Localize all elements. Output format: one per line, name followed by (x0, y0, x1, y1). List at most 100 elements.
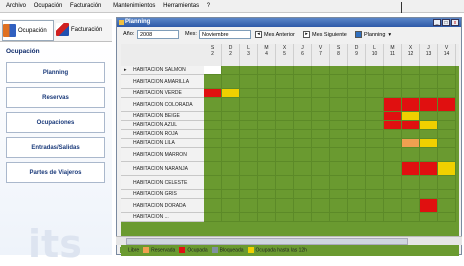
day-cell[interactable] (240, 66, 258, 75)
day-cell[interactable] (348, 130, 366, 139)
day-cell[interactable] (366, 139, 384, 148)
day-cell[interactable] (276, 148, 294, 162)
day-cell[interactable] (384, 66, 402, 75)
day-cell[interactable] (384, 199, 402, 213)
day-cell[interactable] (312, 98, 330, 112)
room-row-label[interactable]: HABITACION COLORADA (121, 98, 204, 112)
day-cell[interactable] (438, 112, 456, 121)
day-cell[interactable] (258, 213, 276, 222)
day-cell[interactable] (258, 112, 276, 121)
day-cell[interactable] (222, 121, 240, 130)
day-cell[interactable] (312, 162, 330, 176)
day-cell[interactable] (294, 98, 312, 112)
day-cell[interactable] (312, 213, 330, 222)
day-cell[interactable] (366, 148, 384, 162)
day-cell[interactable] (204, 112, 222, 121)
day-cell[interactable] (348, 75, 366, 89)
nav-planning-button[interactable]: Planning (6, 62, 105, 83)
day-cell[interactable] (312, 190, 330, 199)
day-cell[interactable] (348, 89, 366, 98)
day-cell[interactable] (204, 98, 222, 112)
day-cell[interactable] (294, 89, 312, 98)
day-cell[interactable] (204, 213, 222, 222)
day-cell[interactable] (222, 66, 240, 75)
day-cell[interactable] (402, 121, 420, 130)
day-cell[interactable] (312, 148, 330, 162)
day-cell[interactable] (402, 199, 420, 213)
day-cell[interactable] (348, 98, 366, 112)
day-cell[interactable] (420, 75, 438, 89)
day-cell[interactable] (348, 121, 366, 130)
day-cell[interactable] (330, 66, 348, 75)
prev-month-button[interactable]: ◂ Mes Anterior (255, 30, 295, 39)
room-row-label[interactable]: HABITACION AZUL (121, 121, 204, 130)
minimize-button[interactable]: _ (433, 19, 441, 26)
nav-entradas-salidas-button[interactable]: Entradas/Salidas (6, 137, 105, 158)
day-cell[interactable] (330, 162, 348, 176)
day-cell[interactable] (384, 75, 402, 89)
day-cell[interactable] (240, 130, 258, 139)
nav-ocupaciones-button[interactable]: Ocupaciones (6, 112, 105, 133)
day-cell[interactable] (294, 213, 312, 222)
day-cell[interactable] (402, 75, 420, 89)
room-row-label[interactable]: HABITACION ... (121, 213, 204, 222)
day-cell[interactable] (240, 199, 258, 213)
day-cell[interactable] (276, 89, 294, 98)
day-cell[interactable] (438, 121, 456, 130)
day-cell[interactable] (240, 121, 258, 130)
day-cell[interactable] (258, 148, 276, 162)
day-cell[interactable] (222, 213, 240, 222)
day-cell[interactable] (384, 121, 402, 130)
day-cell[interactable] (384, 190, 402, 199)
day-cell[interactable] (276, 66, 294, 75)
day-cell[interactable] (348, 162, 366, 176)
day-cell[interactable] (420, 139, 438, 148)
day-cell[interactable] (204, 190, 222, 199)
day-cell[interactable] (258, 176, 276, 190)
day-cell[interactable] (420, 162, 438, 176)
day-cell[interactable] (420, 190, 438, 199)
room-row-label[interactable]: HABITACION CELESTE (121, 176, 204, 190)
day-cell[interactable] (438, 75, 456, 89)
day-cell[interactable] (420, 130, 438, 139)
day-cell[interactable] (204, 75, 222, 89)
day-cell[interactable] (402, 112, 420, 121)
day-cell[interactable] (294, 148, 312, 162)
day-cell[interactable] (420, 89, 438, 98)
day-cell[interactable] (366, 112, 384, 121)
day-cell[interactable] (312, 176, 330, 190)
day-cell[interactable] (366, 130, 384, 139)
day-cell[interactable] (330, 121, 348, 130)
day-cell[interactable] (438, 130, 456, 139)
day-cell[interactable] (222, 162, 240, 176)
day-cell[interactable] (330, 98, 348, 112)
day-cell[interactable] (348, 112, 366, 121)
horizontal-scrollbar[interactable] (116, 236, 462, 245)
day-cell[interactable] (222, 112, 240, 121)
day-cell[interactable] (240, 190, 258, 199)
day-cell[interactable] (438, 213, 456, 222)
day-cell[interactable] (348, 66, 366, 75)
day-cell[interactable] (294, 162, 312, 176)
day-cell[interactable] (204, 89, 222, 98)
day-cell[interactable] (312, 130, 330, 139)
day-cell[interactable] (402, 190, 420, 199)
day-cell[interactable] (312, 112, 330, 121)
next-month-button[interactable]: ▸ Mes Siguiente (303, 30, 347, 39)
day-cell[interactable] (438, 148, 456, 162)
day-cell[interactable] (402, 148, 420, 162)
day-cell[interactable] (276, 190, 294, 199)
menu-facturacion[interactable]: Facturación (67, 0, 104, 12)
day-cell[interactable] (312, 66, 330, 75)
day-cell[interactable] (348, 213, 366, 222)
day-cell[interactable] (258, 75, 276, 89)
day-cell[interactable] (204, 176, 222, 190)
day-cell[interactable] (384, 148, 402, 162)
day-cell[interactable] (240, 139, 258, 148)
menu-herramientas[interactable]: Herramientas (160, 0, 202, 12)
day-cell[interactable] (348, 199, 366, 213)
day-cell[interactable] (240, 98, 258, 112)
day-cell[interactable] (312, 75, 330, 89)
day-cell[interactable] (402, 162, 420, 176)
day-cell[interactable] (402, 213, 420, 222)
